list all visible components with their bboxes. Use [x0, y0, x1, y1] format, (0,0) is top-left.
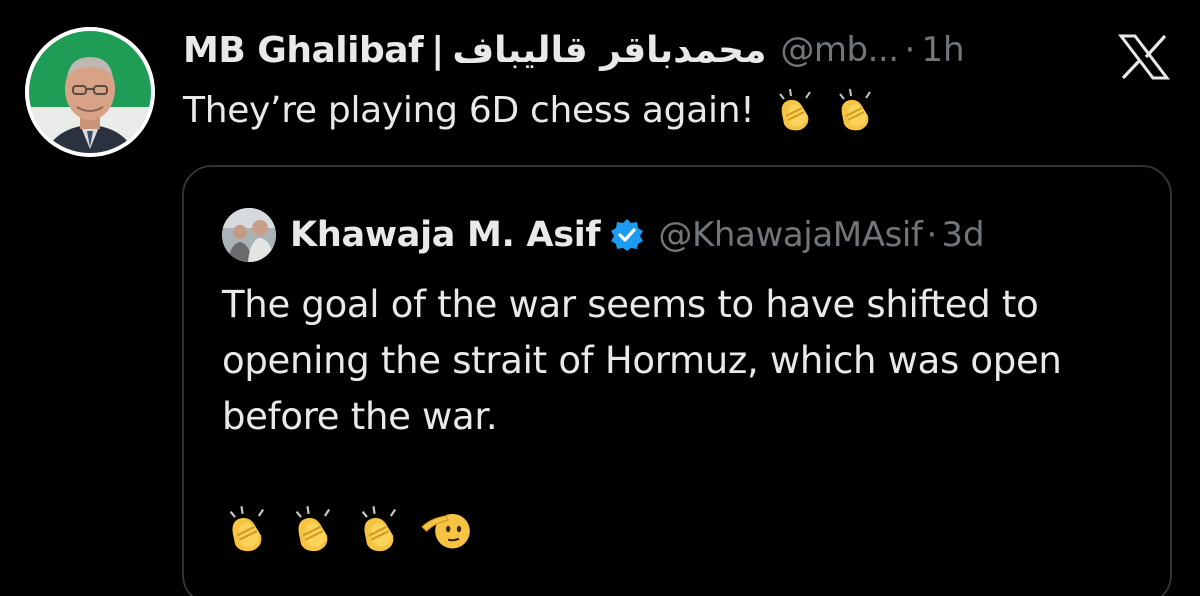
- x-logo-icon: [1118, 34, 1170, 80]
- quoted-author-display-name[interactable]: Khawaja M. Asif: [290, 215, 601, 255]
- author-avatar[interactable]: [25, 27, 155, 157]
- quoted-emoji-group: [222, 503, 472, 555]
- quoted-author-avatar[interactable]: [222, 208, 276, 262]
- tweet-screenshot: MB Ghalibaf | محمدباقر قالیباف @mb... · …: [0, 0, 1200, 596]
- clapping-hands-icon: [839, 88, 872, 131]
- tweet-emoji-group: [772, 86, 880, 134]
- author-handle[interactable]: @mb...: [780, 30, 899, 70]
- tweet-body: They’re playing 6D chess again!: [183, 84, 880, 136]
- tweet-header: MB Ghalibaf | محمدباقر قالیباف @mb... · …: [183, 24, 965, 76]
- quoted-tweet-card[interactable]: Khawaja M. Asif @KhawajaMAsif · 3d The g…: [182, 165, 1172, 596]
- quoted-time-separator: ·: [926, 215, 938, 255]
- clapping-hands-icon: [361, 506, 397, 552]
- clapping-hands-icon: [295, 506, 331, 552]
- time-separator: ·: [904, 30, 916, 70]
- name-separator: |: [431, 29, 445, 71]
- author-display-name[interactable]: MB Ghalibaf: [183, 30, 424, 71]
- verified-badge-icon: [611, 219, 644, 251]
- author-display-name-persian[interactable]: محمدباقر قالیباف: [452, 30, 766, 71]
- tweet-text: They’re playing 6D chess again!: [183, 89, 755, 131]
- clapping-hands-icon: [229, 506, 265, 552]
- saluting-face-icon: [421, 513, 470, 549]
- quoted-author-handle[interactable]: @KhawajaMAsif: [658, 215, 923, 255]
- quoted-tweet-timestamp[interactable]: 3d: [941, 215, 984, 255]
- clapping-hands-icon: [779, 88, 812, 131]
- tweet-timestamp[interactable]: 1h: [921, 30, 964, 70]
- quoted-tweet-text: The goal of the war seems to have shifte…: [222, 283, 1062, 438]
- quoted-tweet-header: Khawaja M. Asif @KhawajaMAsif · 3d: [222, 207, 985, 263]
